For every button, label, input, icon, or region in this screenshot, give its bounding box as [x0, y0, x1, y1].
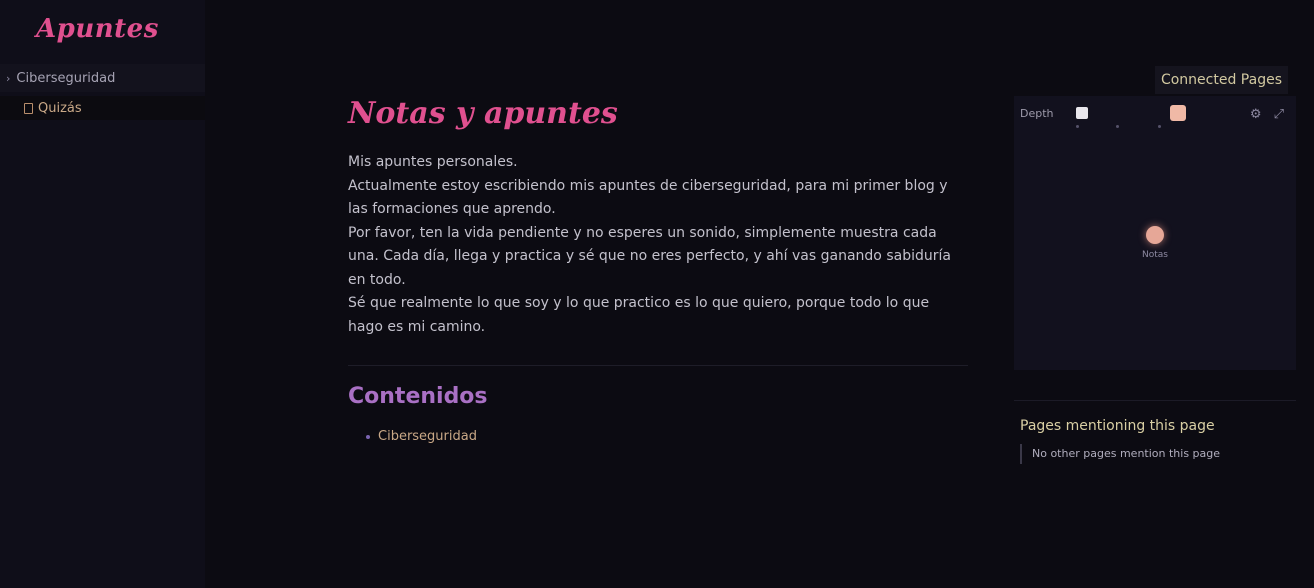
divider — [348, 365, 968, 366]
page-body: Mis apuntes personales. Actualmente esto… — [348, 151, 968, 339]
backlinks-empty-text: No other pages mention this page — [1020, 444, 1296, 464]
color-swatch[interactable] — [1170, 105, 1186, 121]
sidebar-item-quizas[interactable]: Quizás — [0, 96, 205, 120]
contents-item[interactable]: Ciberseguridad — [366, 429, 968, 444]
graph-toolbar: Depth ⚙ ⤢ — [1020, 104, 1290, 128]
depth-slider-handle[interactable] — [1076, 107, 1088, 119]
sidebar-section-ciberseguridad[interactable]: › Ciberseguridad — [0, 64, 205, 92]
contents-heading: Contenidos — [348, 384, 488, 409]
graph-node-label: Notas — [1142, 250, 1168, 260]
graph-header[interactable]: Connected Pages — [1154, 66, 1288, 94]
sidebar: Apuntes › Ciberseguridad Quizás — [0, 0, 205, 588]
slider-tick — [1076, 125, 1079, 128]
slider-tick — [1158, 125, 1161, 128]
main-content: Notas y apuntes Mis apuntes personales. … — [348, 96, 968, 444]
site-title[interactable]: Apuntes — [36, 14, 159, 44]
divider — [1014, 400, 1296, 401]
file-icon — [24, 102, 33, 114]
graph-view[interactable]: Depth ⚙ ⤢ Notas — [1014, 96, 1296, 370]
paragraph: Sé que realmente lo que soy y lo que pra… — [348, 295, 930, 335]
page-title: Notas y apuntes — [348, 96, 618, 131]
backlinks-title: Pages mentioning this page — [1020, 418, 1215, 434]
chevron-right-icon: › — [6, 71, 11, 85]
graph-node[interactable] — [1146, 226, 1164, 244]
slider-tick — [1116, 125, 1119, 128]
sidebar-item-label: Quizás — [38, 100, 82, 116]
paragraph: Por favor, ten la vida pendiente y no es… — [348, 224, 951, 288]
paragraph: Actualmente estoy escribiendo mis apunte… — [348, 177, 948, 218]
graph-settings-icon[interactable]: ⚙ ⤢ — [1250, 107, 1288, 122]
contents-list: Ciberseguridad — [348, 429, 968, 444]
bullet-icon — [366, 434, 370, 439]
sidebar-section-label: Ciberseguridad — [16, 70, 116, 86]
depth-label: Depth — [1020, 107, 1054, 120]
contents-item-link[interactable]: Ciberseguridad — [378, 429, 477, 444]
paragraph: Mis apuntes personales. — [348, 154, 518, 170]
